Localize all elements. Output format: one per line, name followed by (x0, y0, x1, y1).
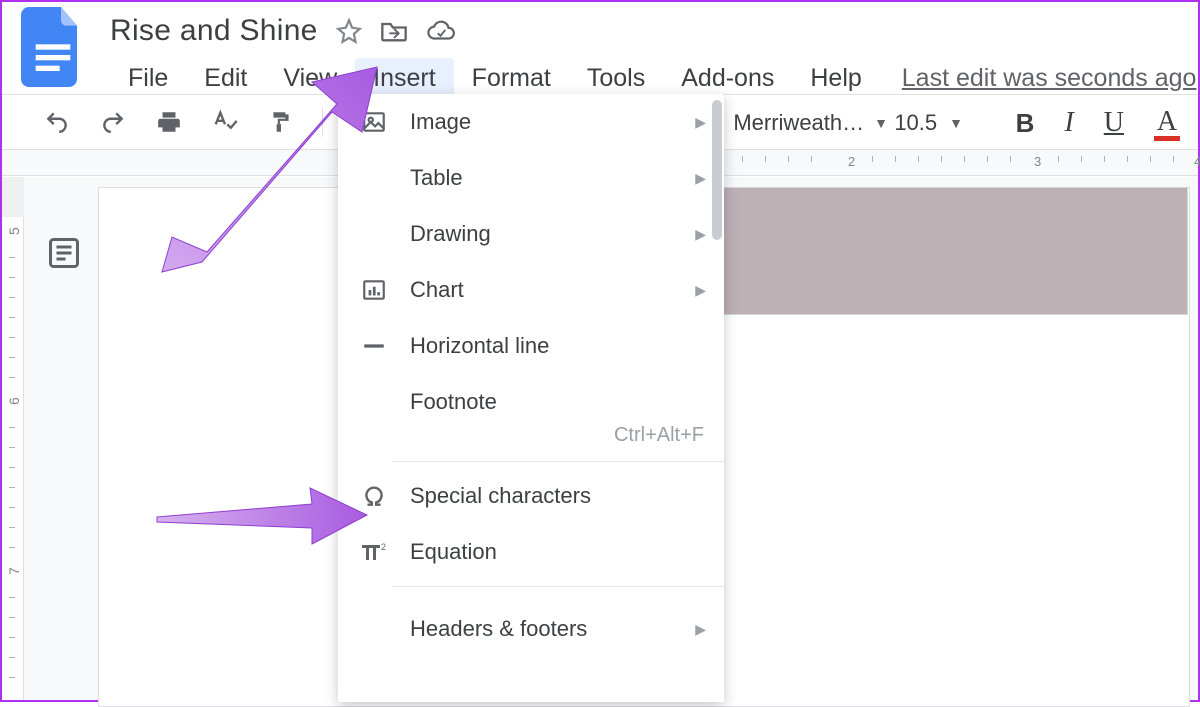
pi-icon: 2 (360, 538, 388, 566)
toolbar-separator (322, 107, 323, 137)
cloud-status-icon[interactable] (426, 20, 456, 42)
menu-view[interactable]: View (265, 58, 355, 99)
menu-help[interactable]: Help (792, 58, 879, 99)
blank-icon (360, 164, 388, 192)
dropdown-icon: ▼ (949, 115, 963, 131)
menu-item-label: Table (410, 165, 673, 191)
menu-separator (392, 586, 724, 587)
menu-shortcut: Ctrl+Alt+F (338, 424, 724, 455)
font-size-value: 10.5 (894, 110, 937, 136)
document-title[interactable]: Rise and Shine (110, 14, 318, 48)
text-color-button[interactable]: A (1154, 106, 1180, 141)
image-icon (360, 108, 388, 136)
paint-format-icon[interactable] (266, 107, 296, 137)
menu-file[interactable]: File (110, 58, 186, 99)
vruler-number: 7 (6, 567, 22, 575)
submenu-arrow-icon: ▶ (695, 282, 706, 299)
menu-item-image[interactable]: Image ▶ (338, 94, 724, 150)
omega-icon (360, 482, 388, 510)
dropdown-icon: ▼ (874, 115, 888, 131)
print-icon[interactable] (154, 107, 184, 137)
menu-item-equation[interactable]: 2 Equation (338, 524, 724, 580)
menu-item-label: Headers & footers (410, 615, 673, 643)
menubar: File Edit View Insert Format Tools Add-o… (110, 48, 1198, 99)
vertical-ruler[interactable]: 5 6 7 (2, 177, 24, 700)
undo-icon[interactable] (42, 107, 72, 137)
menu-item-special-characters[interactable]: Special characters (338, 468, 724, 524)
menu-tools[interactable]: Tools (569, 58, 663, 99)
menu-item-table[interactable]: Table ▶ (338, 150, 724, 206)
vruler-number: 6 (6, 397, 22, 405)
blank-icon (360, 615, 388, 643)
menu-insert[interactable]: Insert (355, 58, 454, 99)
menu-item-chart[interactable]: Chart ▶ (338, 262, 724, 318)
submenu-arrow-icon: ▶ (695, 114, 706, 131)
font-family-value: Merriweath… (733, 110, 864, 136)
move-folder-icon[interactable] (380, 19, 408, 43)
vruler-number: 5 (6, 227, 22, 235)
submenu-arrow-icon: ▶ (695, 621, 706, 638)
menu-item-drawing[interactable]: Drawing ▶ (338, 206, 724, 262)
document-outline-icon[interactable] (46, 235, 86, 275)
font-family-select[interactable]: Merriweath… ▼ (733, 95, 888, 151)
font-size-select[interactable]: 10.5 ▼ (894, 95, 963, 151)
menu-item-label: Chart (410, 277, 673, 303)
submenu-arrow-icon: ▶ (695, 226, 706, 243)
menu-edit[interactable]: Edit (186, 58, 265, 99)
menu-item-label: Footnote (410, 389, 706, 415)
menu-item-label: Special characters (410, 483, 706, 509)
menu-item-headers-footers[interactable]: Headers & footers ▶ (338, 593, 724, 665)
text-color-swatch (1154, 136, 1180, 141)
last-edit-link[interactable]: Last edit was seconds ago (902, 64, 1197, 93)
bold-button[interactable]: B (1016, 108, 1035, 139)
underline-button[interactable]: U (1104, 107, 1124, 139)
blank-icon (360, 220, 388, 248)
text-color-letter: A (1157, 106, 1177, 138)
menu-item-label: Horizontal line (410, 333, 706, 359)
menu-item-footnote[interactable]: Footnote (338, 374, 724, 430)
menu-item-label: Drawing (410, 221, 673, 247)
svg-text:2: 2 (381, 542, 386, 552)
insert-menu-panel: Image ▶ Table ▶ Drawing ▶ Chart ▶ Horizo… (338, 94, 724, 702)
menu-item-label: Equation (410, 539, 706, 565)
horizontal-line-icon (360, 332, 388, 360)
menu-item-label: Image (410, 109, 673, 135)
menu-item-horizontal-line[interactable]: Horizontal line (338, 318, 724, 374)
italic-button[interactable]: I (1064, 107, 1073, 139)
docs-logo[interactable] (12, 6, 94, 88)
chart-icon (360, 276, 388, 304)
menu-addons[interactable]: Add-ons (663, 58, 792, 99)
star-icon[interactable] (336, 18, 362, 44)
menu-separator (392, 461, 724, 462)
submenu-arrow-icon: ▶ (695, 170, 706, 187)
redo-icon[interactable] (98, 107, 128, 137)
spellcheck-icon[interactable] (210, 107, 240, 137)
menu-format[interactable]: Format (454, 58, 569, 99)
blank-icon (360, 388, 388, 416)
menu-scrollbar[interactable] (712, 100, 722, 240)
